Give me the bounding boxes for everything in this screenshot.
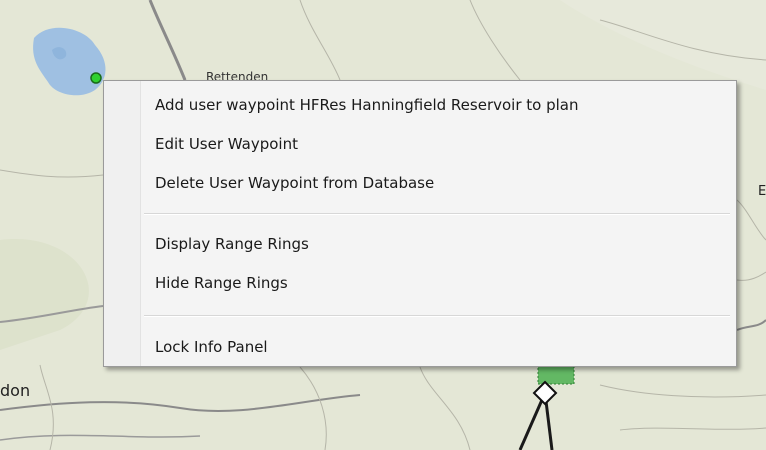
menu-item-edit-user-waypoint[interactable]: Edit User Waypoint bbox=[142, 128, 732, 160]
menu-item-add-waypoint-to-plan[interactable]: Add user waypoint HFRes Hanningfield Res… bbox=[142, 89, 732, 121]
context-menu: Add user waypoint HFRes Hanningfield Res… bbox=[103, 80, 737, 367]
menu-item-display-range-rings[interactable]: Display Range Rings bbox=[142, 228, 732, 260]
menu-separator bbox=[144, 315, 730, 317]
user-waypoint-marker bbox=[90, 72, 102, 84]
menu-item-delete-user-waypoint[interactable]: Delete User Waypoint from Database bbox=[142, 167, 732, 199]
menu-item-hide-range-rings[interactable]: Hide Range Rings bbox=[142, 267, 732, 299]
menu-separator bbox=[144, 213, 730, 215]
map-place-label: E bbox=[758, 184, 766, 199]
menu-item-lock-info-panel[interactable]: Lock Info Panel bbox=[142, 331, 732, 363]
green-area bbox=[537, 365, 575, 385]
map-place-label: don bbox=[0, 381, 31, 400]
menu-icon-gutter bbox=[104, 81, 141, 366]
